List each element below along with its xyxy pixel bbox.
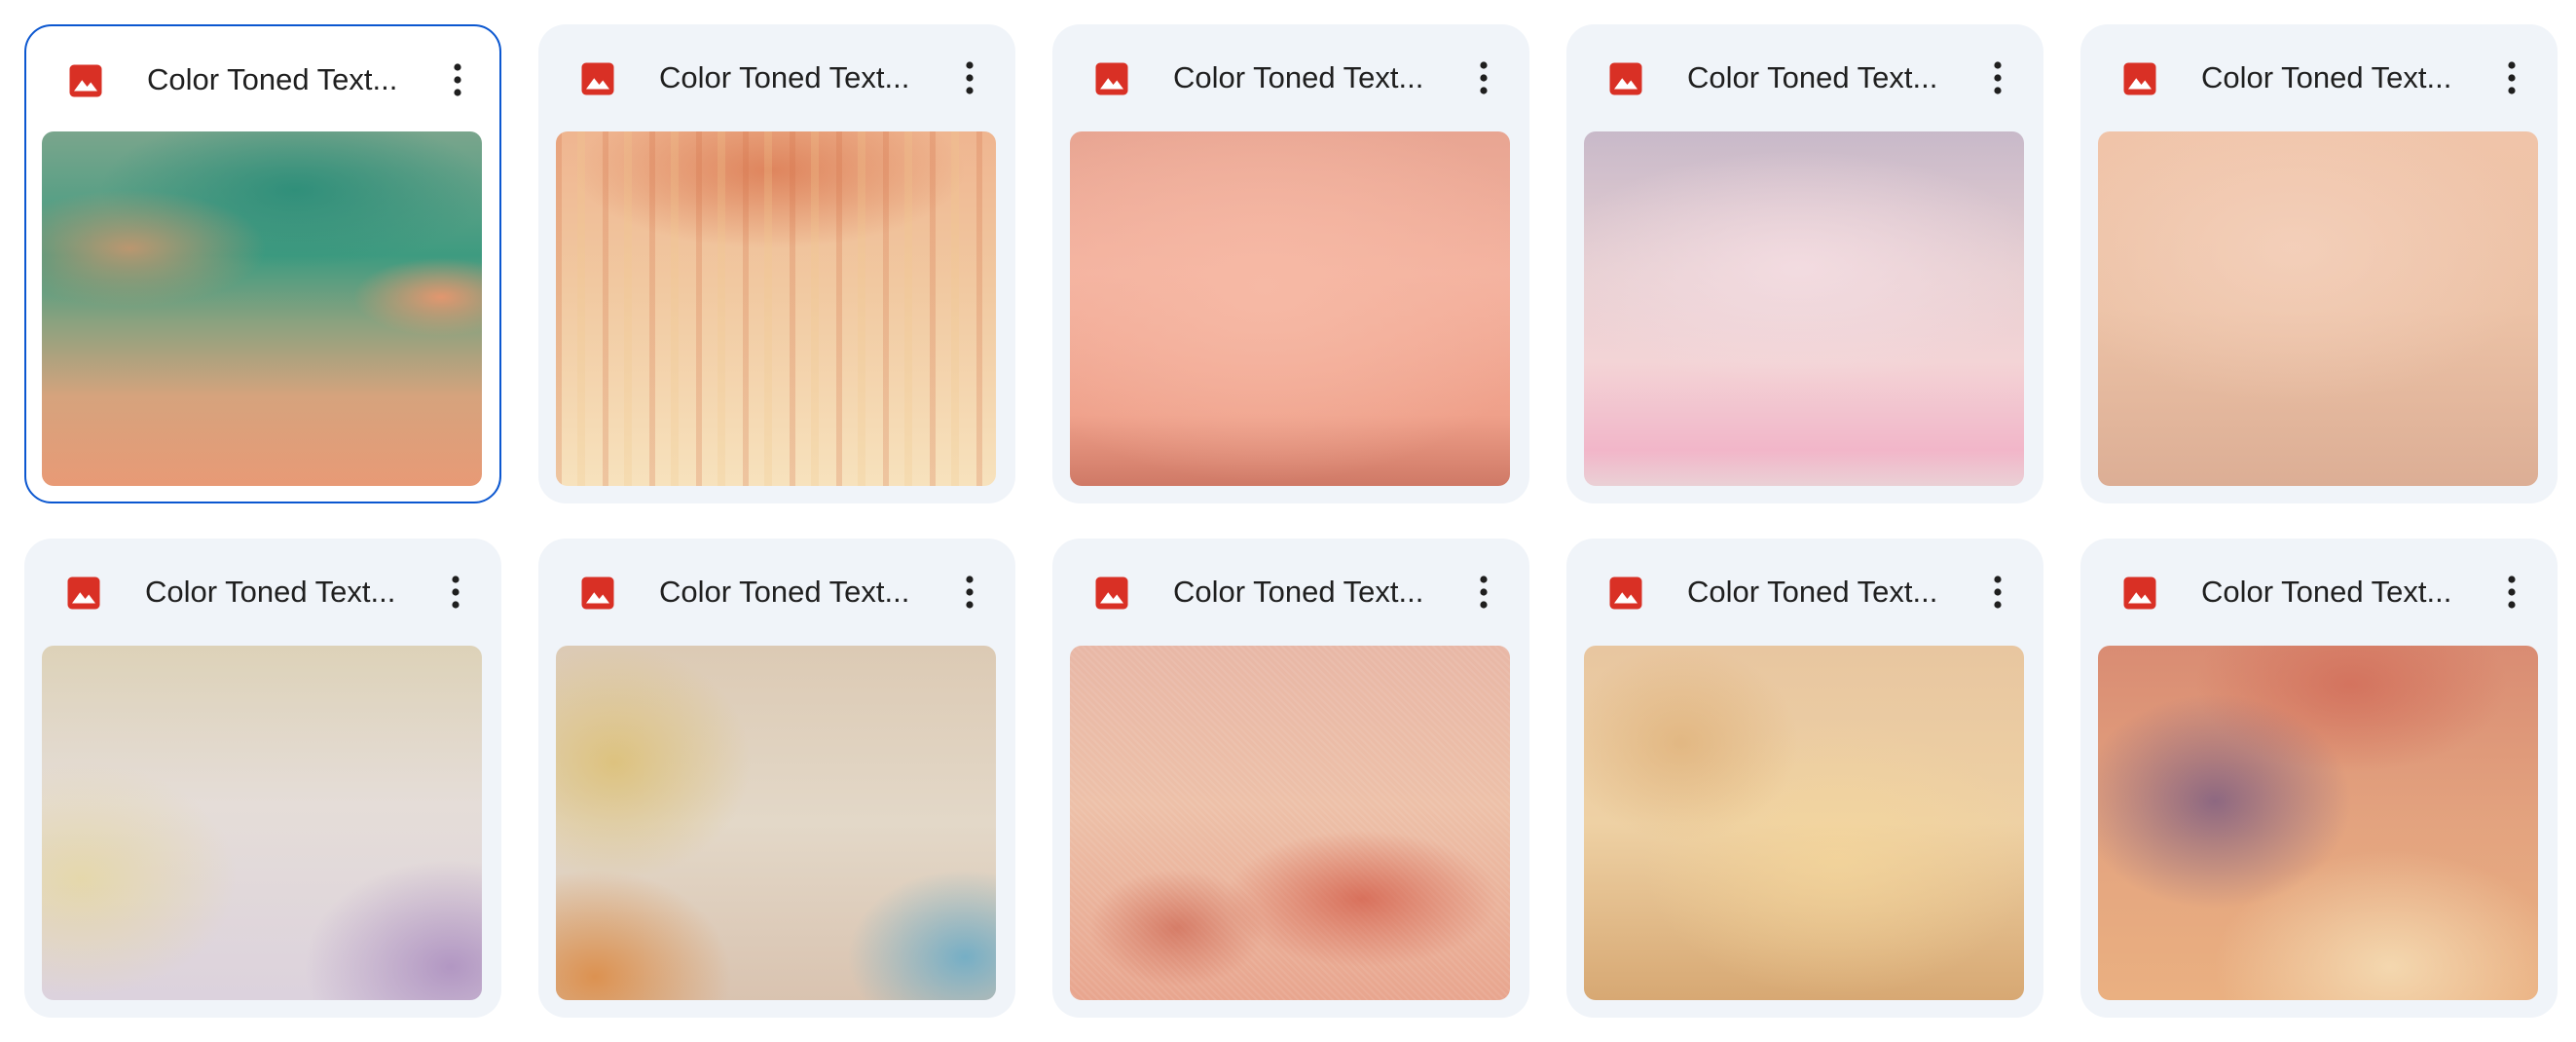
file-card[interactable]: Color Toned Text... (538, 539, 1015, 1018)
file-card[interactable]: Color Toned Text... (538, 24, 1015, 503)
more-vertical-icon (966, 576, 974, 609)
file-card-header: Color Toned Text... (538, 24, 1015, 131)
file-title: Color Toned Text... (1173, 60, 1424, 94)
file-card-header: Color Toned Text... (24, 539, 501, 646)
file-card-header: Color Toned Text... (1566, 539, 2043, 646)
image-file-icon (66, 576, 101, 611)
more-options-button[interactable] (1460, 569, 1507, 615)
file-card[interactable]: Color Toned Text... (1052, 539, 1529, 1018)
file-card-header: Color Toned Text... (1566, 24, 2043, 131)
image-file-icon (1094, 576, 1129, 611)
file-card-header: Color Toned Text... (2080, 539, 2558, 646)
file-card[interactable]: Color Toned Text... (24, 539, 501, 1018)
more-vertical-icon (966, 61, 974, 94)
file-card[interactable]: Color Toned Text... (2080, 539, 2558, 1018)
file-thumbnail[interactable] (2098, 646, 2538, 1000)
more-vertical-icon (454, 63, 461, 96)
more-options-button[interactable] (434, 56, 481, 103)
image-file-icon (580, 61, 615, 96)
file-title: Color Toned Text... (2201, 60, 2452, 94)
file-card[interactable]: Color Toned Text... (1052, 24, 1529, 503)
file-title: Color Toned Text... (659, 60, 910, 94)
file-card-header: Color Toned Text... (26, 26, 499, 133)
file-title: Color Toned Text... (1687, 60, 1938, 94)
more-options-button[interactable] (1974, 569, 2021, 615)
thumbnail-image (42, 646, 482, 1000)
more-options-button[interactable] (946, 55, 993, 101)
thumbnail-image (2098, 131, 2538, 486)
file-card[interactable]: Color Toned Text... (1566, 539, 2043, 1018)
file-card-header: Color Toned Text... (2080, 24, 2558, 131)
thumbnail-image (556, 131, 996, 486)
file-thumbnail[interactable] (2098, 131, 2538, 486)
file-thumbnail[interactable] (42, 646, 482, 1000)
more-options-button[interactable] (946, 569, 993, 615)
more-vertical-icon (452, 576, 460, 609)
more-options-button[interactable] (432, 569, 479, 615)
file-card[interactable]: Color Toned Text... (24, 24, 501, 503)
more-options-button[interactable] (1460, 55, 1507, 101)
image-file-icon (68, 63, 103, 98)
file-title: Color Toned Text... (147, 62, 398, 96)
thumbnail-image (42, 131, 482, 486)
more-options-button[interactable] (2488, 569, 2535, 615)
file-card-header: Color Toned Text... (1052, 539, 1529, 646)
file-card-header: Color Toned Text... (538, 539, 1015, 646)
file-title: Color Toned Text... (1687, 575, 1938, 609)
image-file-icon (1608, 61, 1643, 96)
file-card[interactable]: Color Toned Text... (2080, 24, 2558, 503)
file-thumbnail[interactable] (1584, 131, 2024, 486)
more-vertical-icon (2508, 61, 2516, 94)
thumbnail-image (1584, 646, 2024, 1000)
file-thumbnail[interactable] (1584, 646, 2024, 1000)
thumbnail-image (2098, 646, 2538, 1000)
image-file-icon (2122, 576, 2157, 611)
file-thumbnail[interactable] (42, 131, 482, 486)
more-vertical-icon (1994, 576, 2002, 609)
more-vertical-icon (1480, 576, 1488, 609)
thumbnail-image (1070, 131, 1510, 486)
thumbnail-image (556, 646, 996, 1000)
image-file-icon (1608, 576, 1643, 611)
more-vertical-icon (2508, 576, 2516, 609)
file-thumbnail[interactable] (556, 131, 996, 486)
image-file-icon (2122, 61, 2157, 96)
image-file-icon (580, 576, 615, 611)
file-card[interactable]: Color Toned Text... (1566, 24, 2043, 503)
thumbnail-image (1070, 646, 1510, 1000)
file-card-header: Color Toned Text... (1052, 24, 1529, 131)
more-vertical-icon (1994, 61, 2002, 94)
file-grid: Color Toned Text... Color Toned Text... … (24, 24, 2560, 1018)
file-thumbnail[interactable] (1070, 646, 1510, 1000)
file-title: Color Toned Text... (1173, 575, 1424, 609)
file-title: Color Toned Text... (2201, 575, 2452, 609)
more-vertical-icon (1480, 61, 1488, 94)
file-thumbnail[interactable] (556, 646, 996, 1000)
file-thumbnail[interactable] (1070, 131, 1510, 486)
more-options-button[interactable] (1974, 55, 2021, 101)
more-options-button[interactable] (2488, 55, 2535, 101)
thumbnail-image (1584, 131, 2024, 486)
image-file-icon (1094, 61, 1129, 96)
file-title: Color Toned Text... (659, 575, 910, 609)
file-title: Color Toned Text... (145, 575, 396, 609)
